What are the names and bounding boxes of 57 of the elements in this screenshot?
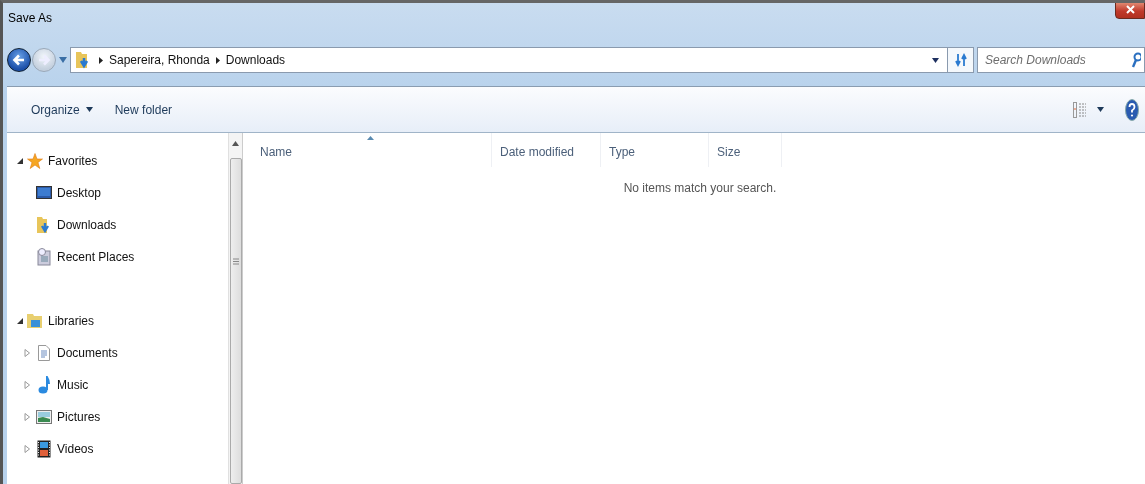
close-icon	[1125, 5, 1135, 14]
nav-item[interactable]: Videos	[57, 442, 94, 456]
expand-arrow-icon[interactable]	[24, 413, 31, 421]
arrow-right-icon	[37, 53, 51, 67]
nav-item[interactable]: Libraries	[48, 314, 95, 328]
nav-item[interactable]: Pictures	[57, 410, 101, 424]
search-icon	[1131, 52, 1141, 68]
film-icon	[37, 440, 51, 458]
back-button[interactable]	[7, 48, 31, 72]
refresh-icon	[954, 52, 967, 68]
expand-arrow-icon[interactable]	[24, 381, 31, 389]
nav-item[interactable]: Downloads	[57, 218, 117, 232]
chevron-icon[interactable]	[215, 56, 220, 64]
libraries-icon	[26, 312, 44, 330]
breadcrumb-item[interactable]: Sapereira, Rhonda	[109, 53, 210, 67]
nav-item[interactable]: Recent Places	[57, 250, 135, 264]
nav-item[interactable]: Desktop	[57, 186, 102, 200]
grip-icon	[232, 257, 239, 265]
column-header[interactable]: Date modified	[492, 133, 601, 167]
picture-icon	[36, 410, 52, 424]
caret-icon	[1097, 107, 1104, 112]
details-view-icon	[1073, 101, 1087, 118]
new-folder-button[interactable]: New folder	[106, 98, 181, 121]
download-folder-icon	[37, 216, 51, 234]
refresh-button[interactable]	[948, 47, 974, 73]
folder-icon	[75, 50, 91, 70]
arrow-left-icon	[12, 53, 26, 67]
empty-message: No items match your search.	[622, 181, 777, 195]
collapse-arrow-icon[interactable]	[17, 317, 24, 325]
nav-item[interactable]: Music	[57, 378, 89, 392]
music-note-icon	[38, 376, 50, 394]
close-button[interactable]	[1115, 3, 1145, 19]
breadcrumb-item[interactable]: Downloads	[225, 53, 286, 67]
caret-icon	[85, 107, 93, 112]
monitor-icon	[36, 186, 52, 200]
window-title: Save As	[7, 10, 53, 25]
column-header[interactable]: Size	[709, 133, 782, 167]
recent-places-icon	[37, 248, 51, 266]
scrollbar[interactable]	[228, 133, 243, 484]
nav-item[interactable]: Documents	[57, 346, 118, 360]
organize-button[interactable]: Organize	[23, 98, 101, 121]
column-header[interactable]: Name	[247, 133, 492, 167]
address-bar[interactable]: Sapereira, Rhonda Downloads	[70, 47, 948, 73]
chevron-icon[interactable]	[99, 56, 103, 64]
document-icon	[38, 345, 50, 361]
column-header[interactable]: Type	[601, 133, 709, 167]
collapse-arrow-icon[interactable]	[17, 157, 24, 165]
dropdown-caret-icon[interactable]	[932, 57, 939, 63]
help-icon	[1125, 98, 1139, 121]
nav-item[interactable]: Favorites	[48, 154, 98, 168]
scroll-up-arrow-icon[interactable]	[232, 141, 239, 146]
recent-pages-caret-icon[interactable]	[59, 57, 67, 63]
expand-arrow-icon[interactable]	[24, 349, 31, 357]
help-button[interactable]	[1125, 98, 1139, 121]
star-icon	[27, 153, 43, 169]
search-field[interactable]: Search Downloads	[977, 47, 1145, 73]
expand-arrow-icon[interactable]	[24, 445, 31, 453]
